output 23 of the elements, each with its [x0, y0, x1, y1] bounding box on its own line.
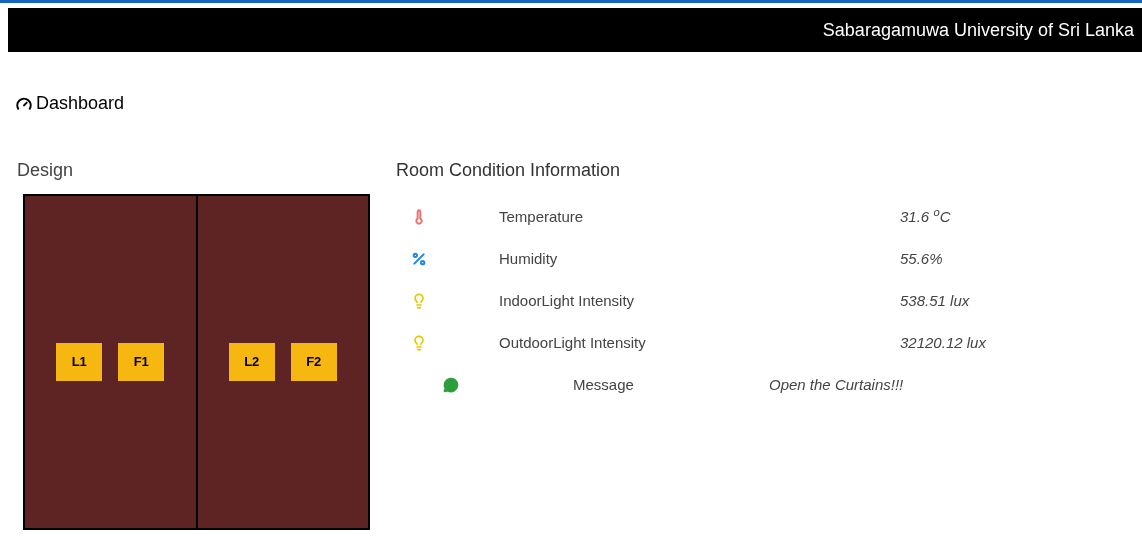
device-tile[interactable]: L2: [228, 343, 275, 381]
condition-value: 538.51 lux: [900, 290, 970, 311]
page-title: Dashboard: [36, 92, 125, 115]
speech-bubble-icon: [443, 377, 459, 393]
condition-label: OutdoorLight Intensity: [499, 332, 647, 353]
university-name: Sabaragamuwa University of Sri Lanka: [822, 18, 1134, 42]
device-tile[interactable]: F1: [118, 343, 165, 381]
condition-label: Temperature: [499, 206, 585, 227]
condition-value: 31.6 $^{o}$C: [900, 205, 951, 227]
message-text: Open the Curtains!!!: [769, 374, 904, 395]
percent-icon: [411, 251, 427, 267]
lightbulb-icon: [411, 293, 427, 309]
condition-label: Humidity: [499, 248, 559, 269]
device-tile[interactable]: F2: [290, 343, 337, 381]
info-title: Room Condition Information: [396, 159, 622, 182]
device-tile[interactable]: L1: [56, 343, 103, 381]
condition-label: IndoorLight Intensity: [499, 290, 636, 311]
design-title: Design: [17, 159, 75, 182]
condition-value: 32120.12 lux: [900, 332, 986, 353]
dashboard-icon: [16, 95, 32, 112]
message-label: Message: [573, 374, 635, 395]
lightbulb-icon: [411, 335, 427, 351]
condition-value: 55.6%: [900, 248, 943, 269]
